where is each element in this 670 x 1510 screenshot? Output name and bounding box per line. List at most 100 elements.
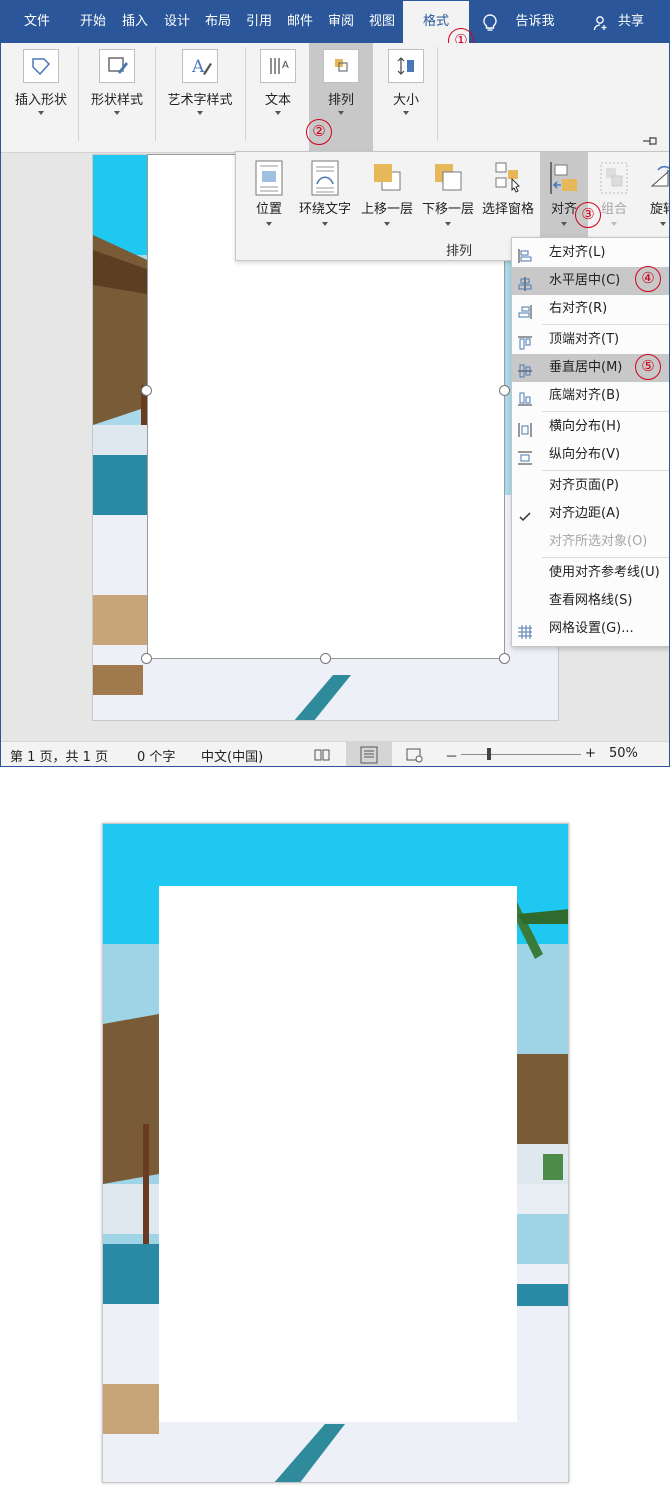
resize-handle-right[interactable] bbox=[499, 385, 510, 396]
rotate-button[interactable]: 旋转 bbox=[640, 152, 669, 242]
menu-item-label: 使用对齐参考线(U) bbox=[549, 565, 660, 580]
zoom-slider[interactable] bbox=[461, 754, 581, 755]
wrap-text-button[interactable]: 环绕文字 bbox=[294, 152, 356, 242]
share-button[interactable]: 共享 bbox=[611, 1, 651, 43]
send-backward-button[interactable]: 下移一层 bbox=[418, 152, 478, 242]
align-button[interactable]: 对齐 bbox=[540, 152, 588, 242]
zoom-level[interactable]: 50% bbox=[609, 746, 638, 761]
menu-separator bbox=[542, 557, 669, 558]
menu-separator bbox=[542, 411, 669, 412]
dropdown-caret-icon bbox=[322, 222, 328, 226]
arrange-group-label: 排列 bbox=[446, 244, 473, 259]
selection-pane-button[interactable]: 选择窗格 bbox=[478, 152, 538, 242]
word-count[interactable]: 0 个字 bbox=[137, 746, 175, 765]
menu-item-align-selected-objects[interactable]: 对齐所选对象(O) bbox=[512, 528, 669, 556]
page-count[interactable]: 第 1 页，共 1 页 bbox=[10, 746, 108, 765]
rotate-icon bbox=[648, 160, 669, 196]
tab-home[interactable]: 开始 bbox=[73, 1, 113, 43]
menu-item-grid-settings[interactable]: 网格设置(G)... bbox=[512, 615, 669, 643]
button-label: 环绕文字 bbox=[298, 202, 351, 217]
align-middle-icon bbox=[518, 361, 532, 378]
menu-item-label: 横向分布(H) bbox=[549, 419, 621, 434]
group-label: 形状样式 bbox=[90, 93, 143, 108]
resize-handle-left[interactable] bbox=[141, 385, 152, 396]
menu-item-align-left[interactable]: 左对齐(L) bbox=[512, 239, 669, 267]
read-mode-icon[interactable] bbox=[313, 746, 331, 764]
text-group[interactable]: A 文本 bbox=[249, 43, 307, 151]
group-divider bbox=[245, 47, 246, 141]
zoom-slider-thumb[interactable] bbox=[487, 748, 491, 760]
menu-item-view-gridlines[interactable]: 查看网格线(S) bbox=[512, 587, 669, 615]
position-button[interactable]: 位置 bbox=[244, 152, 294, 242]
dropdown-caret-icon bbox=[611, 222, 617, 226]
group-label: 插入形状 bbox=[14, 93, 67, 108]
print-layout-button[interactable] bbox=[346, 742, 392, 766]
menu-separator bbox=[542, 324, 669, 325]
shape-styles-group[interactable]: 形状样式 bbox=[81, 43, 153, 151]
resize-handle-bottom[interactable] bbox=[320, 653, 331, 664]
tab-insert[interactable]: 插入 bbox=[115, 1, 155, 43]
zoom-in-button[interactable]: + bbox=[585, 746, 596, 761]
insert-shapes-group[interactable]: 插入形状 bbox=[5, 43, 77, 151]
resize-handle-bottom-left[interactable] bbox=[141, 653, 152, 664]
ribbon-tab-bar: 文件 开始 插入 设计 布局 引用 邮件 审阅 视图 格式 告诉我 共享 bbox=[1, 1, 669, 45]
distribute-vertical-icon bbox=[518, 448, 532, 465]
menu-item-align-to-page[interactable]: 对齐页面(P) bbox=[512, 472, 669, 500]
menu-item-label: 网格设置(G)... bbox=[549, 621, 634, 636]
web-layout-icon[interactable] bbox=[405, 746, 423, 764]
pin-ribbon-icon[interactable] bbox=[642, 135, 660, 150]
tab-design[interactable]: 设计 bbox=[157, 1, 197, 43]
text-direction-icon: A bbox=[260, 49, 296, 83]
tab-review[interactable]: 审阅 bbox=[321, 1, 361, 43]
group-label: 文本 bbox=[264, 93, 291, 108]
lightbulb-icon bbox=[481, 13, 499, 33]
wordart-styles-group[interactable]: A 艺术字样式 bbox=[157, 43, 243, 151]
size-group[interactable]: 大小 bbox=[377, 43, 435, 151]
group-divider bbox=[155, 47, 156, 141]
group-divider bbox=[78, 47, 79, 141]
selection-pane-icon bbox=[493, 160, 523, 196]
menu-item-distribute-vertical[interactable]: 纵向分布(V) bbox=[512, 441, 669, 469]
dropdown-caret-icon bbox=[275, 111, 281, 115]
tab-mailings[interactable]: 邮件 bbox=[280, 1, 320, 43]
bring-forward-button[interactable]: 上移一层 bbox=[356, 152, 418, 242]
result-document-page bbox=[102, 823, 569, 1483]
word-window: 文件 开始 插入 设计 布局 引用 邮件 审阅 视图 格式 告诉我 共享 ① 插… bbox=[0, 0, 670, 767]
language-indicator[interactable]: 中文(中国) bbox=[201, 746, 263, 765]
dropdown-caret-icon bbox=[266, 222, 272, 226]
align-top-icon bbox=[518, 333, 532, 350]
menu-item-align-to-margin[interactable]: 对齐边距(A) bbox=[512, 500, 669, 528]
menu-item-use-alignment-guides[interactable]: 使用对齐参考线(U) bbox=[512, 559, 669, 587]
tell-me-search[interactable]: 告诉我 bbox=[507, 1, 563, 43]
menu-item-label: 对齐所选对象(O) bbox=[549, 534, 648, 549]
menu-item-distribute-horizontal[interactable]: 横向分布(H) bbox=[512, 413, 669, 441]
align-icon bbox=[549, 160, 579, 196]
menu-item-align-bottom[interactable]: 底端对齐(B) bbox=[512, 382, 669, 410]
arrange-icon bbox=[323, 49, 359, 83]
menu-item-align-top[interactable]: 顶端对齐(T) bbox=[512, 326, 669, 354]
align-right-icon bbox=[518, 302, 532, 319]
step-marker-3: ③ bbox=[575, 202, 601, 228]
menu-item-label: 水平居中(C) bbox=[549, 273, 621, 288]
size-icon bbox=[388, 49, 424, 83]
tab-layout[interactable]: 布局 bbox=[198, 1, 238, 43]
ribbon-format: 插入形状 形状样式 A 艺术字样式 A 文本 排列 大小 bbox=[1, 43, 669, 153]
menu-item-align-right[interactable]: 右对齐(R) bbox=[512, 295, 669, 323]
position-icon bbox=[254, 160, 284, 196]
distribute-horizontal-icon bbox=[518, 420, 532, 437]
align-center-icon bbox=[518, 274, 532, 291]
checkmark-icon bbox=[518, 507, 532, 522]
tab-references[interactable]: 引用 bbox=[239, 1, 279, 43]
dropdown-caret-icon bbox=[445, 222, 451, 226]
step-marker-5: ⑤ bbox=[635, 354, 661, 380]
zoom-out-button[interactable]: － bbox=[445, 746, 458, 765]
group-button[interactable]: 组合 bbox=[590, 152, 638, 242]
centered-white-rectangle bbox=[159, 886, 517, 1422]
bring-forward-icon bbox=[372, 160, 402, 196]
tab-file[interactable]: 文件 bbox=[9, 1, 65, 43]
menu-item-label: 右对齐(R) bbox=[549, 301, 608, 316]
dropdown-caret-icon bbox=[403, 111, 409, 115]
dropdown-caret-icon bbox=[561, 222, 567, 226]
tab-view[interactable]: 视图 bbox=[362, 1, 402, 43]
resize-handle-bottom-right[interactable] bbox=[499, 653, 510, 664]
